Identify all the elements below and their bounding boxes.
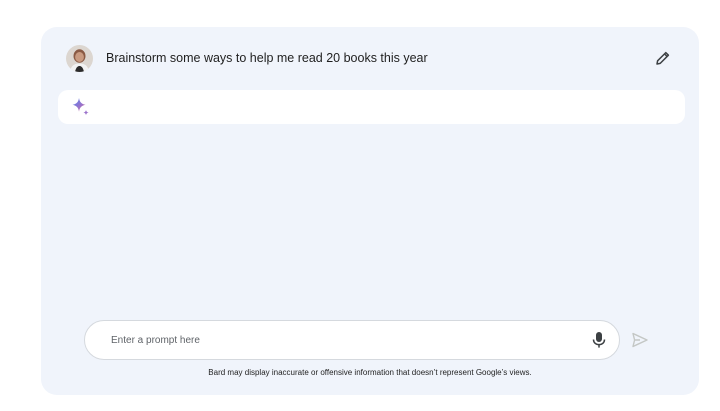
user-avatar[interactable] [66, 44, 93, 72]
response-card [58, 90, 685, 124]
avatar-icon [66, 44, 93, 72]
user-prompt-text: Brainstorm some ways to help me read 20 … [106, 51, 428, 65]
disclaimer-text: Bard may display inaccurate or offensive… [208, 368, 532, 377]
send-icon[interactable] [631, 331, 649, 349]
chat-panel: Brainstorm some ways to help me read 20 … [41, 27, 699, 395]
user-prompt-row: Brainstorm some ways to help me read 20 … [66, 44, 679, 72]
pencil-icon [656, 51, 670, 65]
prompt-input[interactable] [109, 333, 573, 347]
prompt-input-bar [84, 320, 620, 360]
edit-prompt-button[interactable] [653, 48, 673, 68]
microphone-icon[interactable] [591, 331, 607, 349]
bard-sparkle-icon [72, 98, 89, 116]
